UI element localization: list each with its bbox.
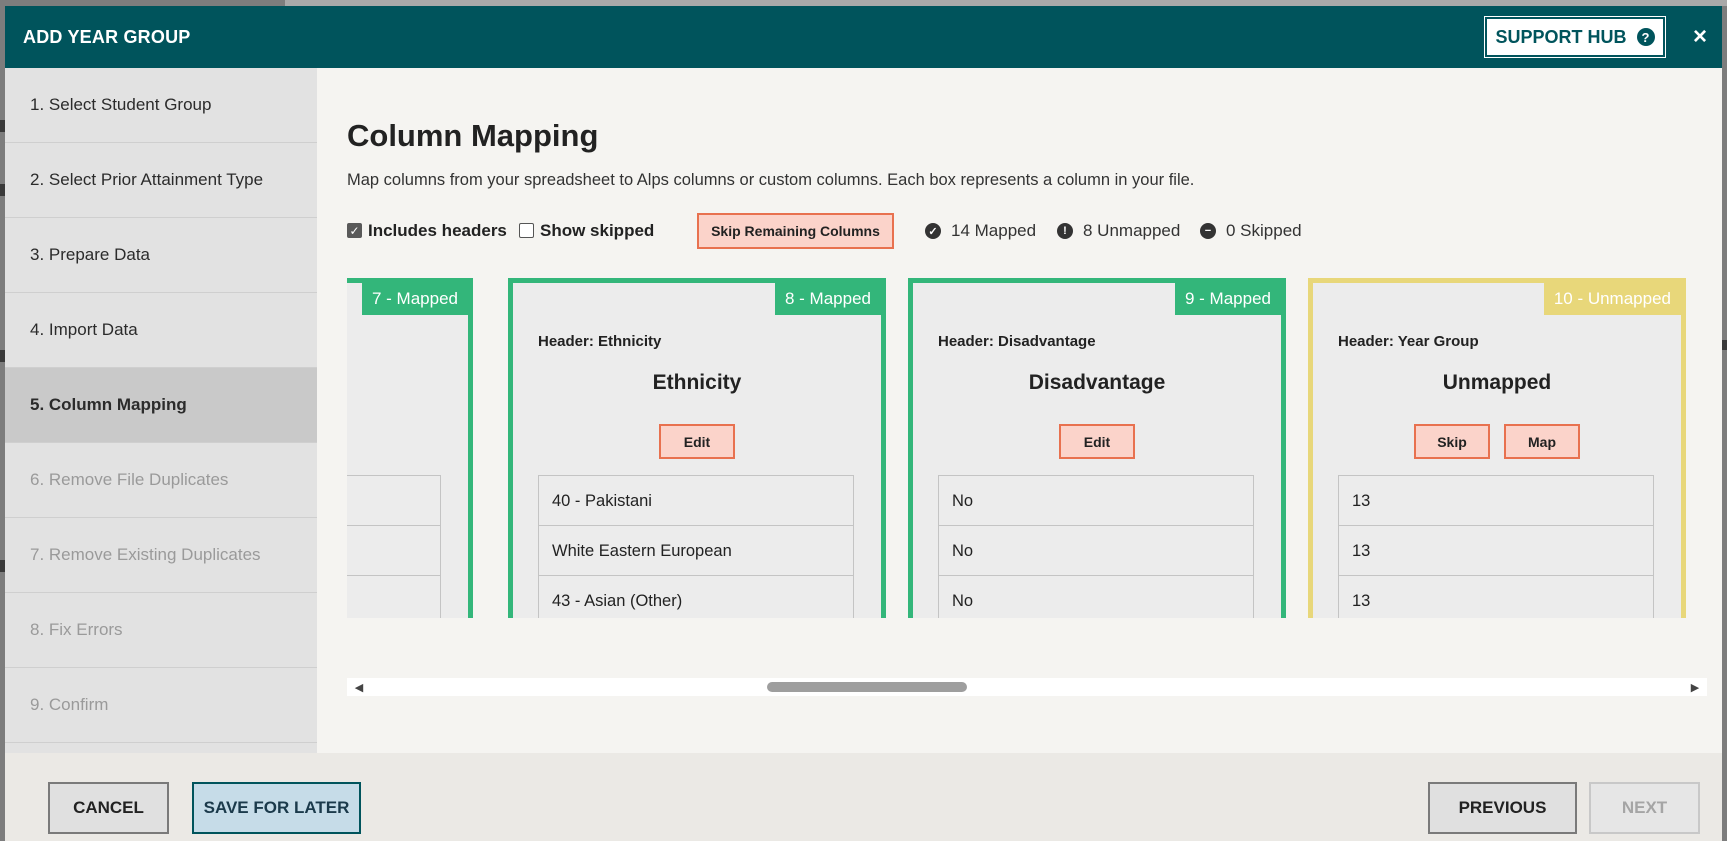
step-label: 1. Select Student Group <box>30 95 212 114</box>
column-card-9: 9 - Mapped Header: Disadvantage Disadvan… <box>908 278 1286 618</box>
scroll-right-arrow-icon[interactable]: ▶ <box>1689 681 1701 694</box>
sidebar-step-column-mapping[interactable]: 5. Column Mapping <box>5 368 317 443</box>
card-sample-values: 40 - Pakistani White Eastern European 43… <box>538 475 854 618</box>
minus-circle-icon: − <box>1200 223 1216 239</box>
card-status-badge: 9 - Mapped <box>1175 283 1281 315</box>
sample-value: 13 <box>1339 476 1653 526</box>
card-mapped-name: Ethnicity <box>652 371 742 394</box>
cancel-button[interactable]: CANCEL <box>48 782 169 834</box>
sample-value: 43 - Asian (Other) <box>552 592 683 610</box>
sample-value: 13 <box>1339 526 1653 576</box>
help-circle-icon: ? <box>1636 28 1655 46</box>
column-cards-viewport: 7 - Mapped 8 - Mapped Header: Ethnicity … <box>347 278 1707 618</box>
includes-headers-checkbox[interactable]: ✓ <box>347 223 362 238</box>
sidebar-step-remove-existing-duplicates: 7. Remove Existing Duplicates <box>5 518 317 593</box>
page-description: Map columns from your spreadsheet to Alp… <box>347 171 1195 189</box>
mapped-count: ✓ 14 Mapped <box>925 221 1036 241</box>
card-mapped-name: Unmapped <box>1442 371 1552 394</box>
card-source-header: Header: Ethnicity <box>538 333 662 350</box>
card-source-header: Header: Disadvantage <box>938 333 1096 350</box>
sidebar-step-confirm: 9. Confirm <box>5 668 317 743</box>
close-icon[interactable]: × <box>1685 22 1715 52</box>
support-hub-button[interactable]: SUPPORT HUB ? <box>1484 16 1666 58</box>
step-label: 4. Import Data <box>30 320 138 339</box>
main-content: Column Mapping Map columns from your spr… <box>317 68 1722 753</box>
card-actions: Skip Map <box>1313 424 1681 459</box>
mapped-count-text: 14 Mapped <box>951 221 1037 240</box>
card-mapped-name: Disadvantage <box>1028 371 1166 394</box>
sample-value: White Eastern European <box>539 526 853 576</box>
sample-value <box>347 476 440 526</box>
sidebar-step-import-data[interactable]: 4. Import Data <box>5 293 317 368</box>
card-sample-values <box>347 475 441 618</box>
step-label: 5. Column Mapping <box>30 395 187 414</box>
mapping-toolbar: ✓ Includes headers Show skipped Skip Rem… <box>347 213 1647 249</box>
sidebar-step-remove-file-duplicates: 6. Remove File Duplicates <box>5 443 317 518</box>
card-source-header: Header: Year Group <box>1338 333 1479 350</box>
skip-remaining-columns-button[interactable]: Skip Remaining Columns <box>697 213 894 249</box>
sample-value: 13 <box>1352 592 1371 610</box>
step-label: 9. Confirm <box>30 695 109 714</box>
sample-value: No <box>952 592 974 610</box>
modal-footer: CANCEL SAVE FOR LATER PREVIOUS NEXT <box>5 753 1722 841</box>
skipped-count-text: 0 Skipped <box>1226 221 1302 240</box>
unmapped-count-text: 8 Unmapped <box>1083 221 1181 240</box>
edit-button[interactable]: Edit <box>659 424 735 459</box>
backdrop-edge-mark <box>1722 340 1727 350</box>
step-label: 2. Select Prior Attainment Type <box>30 170 264 189</box>
support-hub-label: SUPPORT HUB <box>1495 26 1627 47</box>
column-card-10: 10 - Unmapped Header: Year Group Unmappe… <box>1308 278 1686 618</box>
edit-button[interactable]: Edit <box>1059 424 1135 459</box>
map-button[interactable]: Map <box>1504 424 1580 459</box>
add-year-group-modal: ADD YEAR GROUP SUPPORT HUB ? × 1. Select… <box>5 6 1722 841</box>
card-sample-values: No No No <box>938 475 1254 618</box>
exclamation-circle-icon: ! <box>1057 223 1073 239</box>
sidebar-step-select-student-group[interactable]: 1. Select Student Group <box>5 68 317 143</box>
save-for-later-button[interactable]: SAVE FOR LATER <box>192 782 361 834</box>
cards-horizontal-scrollbar[interactable]: ◀ ▶ <box>347 678 1707 696</box>
scroll-left-arrow-icon[interactable]: ◀ <box>353 681 365 694</box>
card-actions: Edit <box>913 424 1281 459</box>
card-actions: Edit <box>513 424 881 459</box>
sample-value: No <box>939 476 1253 526</box>
card-status-badge: 10 - Unmapped <box>1543 283 1681 315</box>
show-skipped-label[interactable]: Show skipped <box>540 221 654 241</box>
step-label: 3. Prepare Data <box>30 245 151 264</box>
sidebar-step-select-prior-attainment-type[interactable]: 2. Select Prior Attainment Type <box>5 143 317 218</box>
next-button: NEXT <box>1589 782 1700 834</box>
step-label: 7. Remove Existing Duplicates <box>30 545 261 564</box>
show-skipped-checkbox[interactable] <box>519 223 534 238</box>
sample-value <box>347 576 440 618</box>
skip-button[interactable]: Skip <box>1414 424 1490 459</box>
skipped-count: − 0 Skipped <box>1200 221 1302 241</box>
column-card-7: 7 - Mapped <box>347 278 473 618</box>
previous-button[interactable]: PREVIOUS <box>1428 782 1577 834</box>
sample-value: 40 - Pakistani <box>539 476 853 526</box>
unmapped-count: ! 8 Unmapped <box>1057 221 1180 241</box>
page-title: Column Mapping <box>347 118 599 153</box>
sidebar-step-fix-errors: 8. Fix Errors <box>5 593 317 668</box>
card-sample-values: 13 13 13 <box>1338 475 1654 618</box>
step-label: 6. Remove File Duplicates <box>30 470 229 489</box>
card-status-badge: 7 - Mapped <box>362 283 468 315</box>
wizard-steps-sidebar: 1. Select Student Group 2. Select Prior … <box>5 68 317 753</box>
scrollbar-thumb[interactable] <box>767 682 967 692</box>
check-circle-icon: ✓ <box>925 223 941 239</box>
column-card-8: 8 - Mapped Header: Ethnicity Ethnicity E… <box>508 278 886 618</box>
modal-title: ADD YEAR GROUP <box>23 27 191 47</box>
includes-headers-label[interactable]: Includes headers <box>368 221 507 241</box>
modal-header: ADD YEAR GROUP SUPPORT HUB ? × <box>5 6 1722 68</box>
sidebar-step-prepare-data[interactable]: 3. Prepare Data <box>5 218 317 293</box>
step-label: 8. Fix Errors <box>30 620 123 639</box>
sample-value: No <box>939 526 1253 576</box>
sample-value <box>347 526 440 576</box>
card-status-badge: 8 - Mapped <box>775 283 881 315</box>
